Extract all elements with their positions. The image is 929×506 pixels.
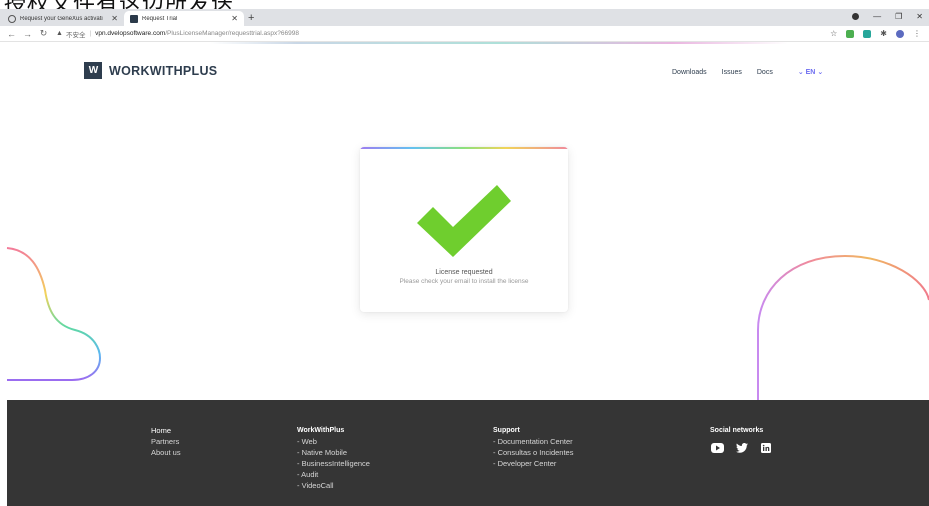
site-footer: Home Partners About us WorkWithPlus - We… (7, 400, 929, 506)
footer-heading: Support (493, 427, 520, 434)
footer-link-about[interactable]: About us (151, 447, 181, 458)
social-icons (711, 442, 772, 454)
card-title: License requested (435, 269, 493, 276)
footer-col-workwithplus: WorkWithPlus - Web - Native Mobile - Bus… (297, 425, 370, 491)
footer-col-social: Social networks (710, 425, 763, 436)
footer-link-consultas[interactable]: - Consultas o Incidentes (493, 447, 573, 458)
checkmark-icon (417, 185, 511, 257)
logo-text: WORKWITHPLUS (109, 63, 218, 78)
language-selector[interactable]: ⌄ EN ⌄ (798, 68, 823, 76)
footer-link-partners[interactable]: Partners (151, 436, 181, 447)
site-logo[interactable]: W WORKWITHPLUS (84, 62, 217, 79)
footer-link-web[interactable]: - Web (297, 436, 370, 447)
footer-heading: Social networks (710, 427, 764, 434)
language-label: EN (805, 69, 816, 76)
left-curve (6, 247, 102, 381)
footer-col-support: Support - Documentation Center - Consult… (493, 425, 573, 469)
license-card: License requested Please check your emai… (360, 147, 568, 312)
footer-link-docs-center[interactable]: - Documentation Center (493, 436, 573, 447)
footer-link-audit[interactable]: - Audit (297, 469, 370, 480)
site-nav: Downloads Issues Docs ⌄ EN ⌄ (672, 68, 823, 77)
footer-link-bi[interactable]: - BusinessIntelligence (297, 458, 370, 469)
right-curve (757, 254, 929, 400)
nav-issues[interactable]: Issues (722, 69, 742, 76)
footer-col-main: Home Partners About us (151, 425, 181, 458)
footer-link-home[interactable]: Home (151, 425, 181, 436)
card-gradient-line (360, 147, 568, 149)
nav-docs[interactable]: Docs (757, 69, 773, 76)
footer-link-videocall[interactable]: - VideoCall (297, 480, 370, 491)
linkedin-icon[interactable] (759, 442, 772, 454)
twitter-icon[interactable] (735, 442, 748, 454)
nav-downloads[interactable]: Downloads (672, 69, 707, 76)
footer-link-dev-center[interactable]: - Developer Center (493, 458, 573, 469)
footer-heading: WorkWithPlus (297, 427, 345, 434)
card-subtitle: Please check your email to install the l… (399, 278, 529, 285)
footer-link-native-mobile[interactable]: - Native Mobile (297, 447, 370, 458)
youtube-icon[interactable] (711, 442, 724, 454)
logo-mark: W (84, 62, 102, 79)
